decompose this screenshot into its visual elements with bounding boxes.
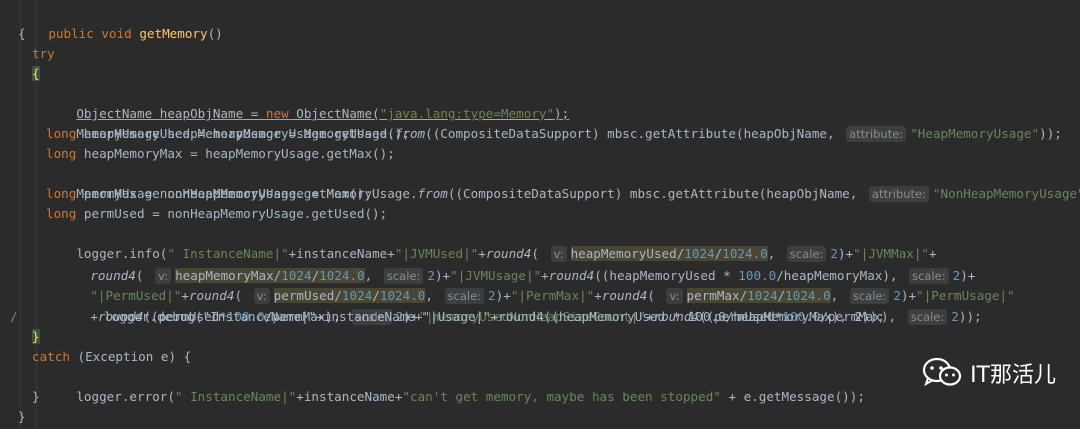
string-literal: "can't get memory, maybe has been stoppe… xyxy=(402,389,721,404)
code-line-18: catch (Exception e) { xyxy=(32,347,191,367)
code-line-15: +round4((permUsed*100.0/permMax), scale:… xyxy=(60,287,982,325)
matched-brace: } xyxy=(32,329,40,344)
indent-guide xyxy=(20,0,21,429)
keyword: long xyxy=(46,186,84,201)
code-line-2: { xyxy=(18,24,26,44)
code-line-14: "|PermUsed|"+round4( v: permUsed/1024/102… xyxy=(60,266,1015,304)
code-line-19: logger.error(" InstanceName|"+instanceNa… xyxy=(46,367,865,404)
code-line-4: { xyxy=(32,64,40,84)
code-line-10: long permMax = nonHeapMemoryUsage.getMax… xyxy=(46,184,372,204)
keyword: long xyxy=(46,146,84,161)
code-line-17: } xyxy=(32,327,40,347)
code-line-1: public void getMemory() xyxy=(18,4,222,41)
keyword-try: try xyxy=(32,46,55,61)
keyword: long xyxy=(46,126,84,141)
code-text: heapMemoryUsed = heapMemoryUsage.getUsed… xyxy=(83,126,410,141)
method-call: from xyxy=(417,186,448,201)
code-text: heapMemoryMax = heapMemoryUsage.getMax()… xyxy=(83,146,395,161)
code-line-3: try xyxy=(32,44,55,64)
parens: () xyxy=(207,26,223,41)
gutter-mark: / xyxy=(10,309,18,324)
code-text: + xyxy=(90,309,98,324)
code-line-13: round4( v: heapMemoryMax/1024/1024.0, sca… xyxy=(60,246,975,284)
code-text: logger.error( xyxy=(76,389,175,404)
code-line-7: long heapMemoryUsed = heapMemoryUsage.ge… xyxy=(46,124,410,144)
code-editor[interactable]: public void getMemory() { try { ObjectNa… xyxy=(0,0,1080,429)
watermark: IT那活儿 xyxy=(922,357,1056,389)
string-literal: " InstanceName|" xyxy=(174,389,297,404)
string-literal: "HeapMemoryUsage" xyxy=(910,126,1040,141)
code-text: logger.debug("InstanceName|"+instanceNam… xyxy=(104,309,885,324)
wechat-icon xyxy=(922,357,962,387)
code-text: ((CompositeDataSupport) mbsc.getAttribut… xyxy=(425,126,843,141)
matched-brace: { xyxy=(32,66,40,81)
code-text: permUsed = nonHeapMemoryUsage.getUsed(); xyxy=(83,206,388,221)
code-line-20: } xyxy=(32,387,40,407)
code-text: (Exception e) { xyxy=(77,349,192,364)
watermark-text: IT那活儿 xyxy=(970,363,1056,388)
code-line-8: long heapMemoryMax = heapMemoryUsage.get… xyxy=(46,144,395,164)
code-text: + e.getMessage()); xyxy=(720,389,865,404)
keyword: long xyxy=(46,206,84,221)
brace: } xyxy=(32,389,40,404)
brace: } xyxy=(18,409,26,424)
code-text: +instanceName+ xyxy=(296,389,403,404)
parameter-hint: attribute: xyxy=(868,186,929,202)
parameter-hint: scale: xyxy=(907,309,948,325)
parameter-hint: attribute: xyxy=(846,126,907,142)
code-text: )); xyxy=(1039,126,1062,141)
brace: { xyxy=(18,26,26,41)
code-line-21: } xyxy=(18,407,26,427)
method-name: getMemory xyxy=(139,26,208,41)
code-text: permMax = nonHeapMemoryUsage.getMax(); xyxy=(83,186,373,201)
code-text: ((CompositeDataSupport) mbsc.getAttribut… xyxy=(447,186,865,201)
code-line-16: logger.debug("InstanceName|"+instanceNam… xyxy=(104,307,885,327)
code-line-11: long permUsed = nonHeapMemoryUsage.getUs… xyxy=(46,204,387,224)
keyword-catch: catch xyxy=(32,349,78,364)
string-literal: "NonHeapMemoryUsage" xyxy=(932,186,1080,201)
code-line-12: logger.info(" InstanceName|"+instanceNam… xyxy=(46,224,937,262)
code-line-6: MemoryUsage heapMemoryUsage = MemoryUsag… xyxy=(46,104,1062,142)
keyword: public void xyxy=(48,26,140,41)
number: 2 xyxy=(951,309,959,324)
code-line-9: MemoryUsage nonHeapMemoryUsage = MemoryU… xyxy=(46,164,1080,202)
code-text: )); xyxy=(958,309,982,324)
code-line-5: ObjectName heapObjName = new ObjectName(… xyxy=(46,84,569,121)
